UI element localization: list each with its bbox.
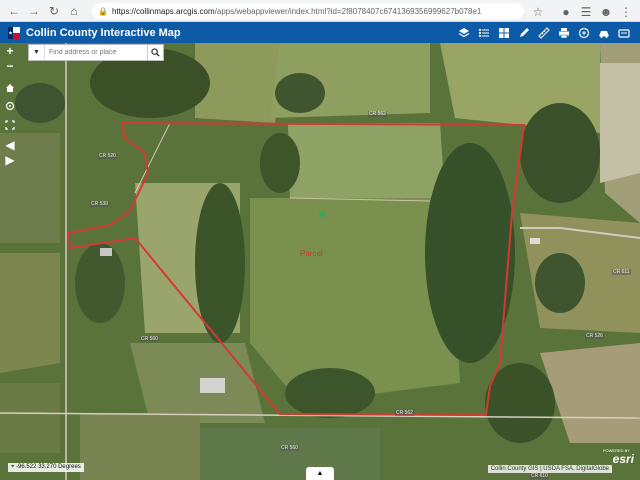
road-label: CR 610 [530, 473, 549, 479]
road-label: CR 560 [280, 445, 299, 451]
fullscreen-icon[interactable] [3, 118, 17, 132]
basemap-gallery-icon[interactable] [494, 22, 514, 43]
road-label: CR 611 [612, 269, 631, 275]
crosshair-icon[interactable]: ⌖ [11, 464, 14, 470]
home-icon[interactable] [3, 81, 17, 95]
parcel-label: Parcel [300, 249, 323, 258]
draw-icon[interactable] [514, 22, 534, 43]
zoom-out-icon[interactable]: − [3, 59, 17, 73]
share-icon[interactable] [574, 22, 594, 43]
address-bar[interactable]: 🔒 https://collinmaps.arcgis.com /apps/we… [92, 3, 524, 19]
search-button[interactable] [147, 45, 163, 60]
road-label: CR 562 [368, 111, 387, 117]
back-icon[interactable]: ← [4, 1, 24, 21]
coordinate-readout: ⌖ -96.522 33.270 Degrees [8, 463, 84, 472]
zoom-in-icon[interactable]: + [3, 44, 17, 58]
satellite-basemap [0, 43, 640, 480]
app-header: Collin County Interactive Map [0, 22, 640, 43]
road-label: CR 526 [585, 333, 604, 339]
attribution: Collin County GIS | USDA FSA, DigitalGlo… [487, 465, 612, 473]
expand-panel-button[interactable]: ▲ [306, 467, 334, 480]
extension-icon[interactable]: ● [556, 2, 576, 22]
reading-list-icon[interactable]: ☰ [576, 2, 596, 22]
road-label: CR 520 [98, 153, 117, 159]
star-icon[interactable]: ☆ [528, 2, 548, 22]
esri-logo[interactable]: esri [613, 452, 634, 466]
app-title: Collin County Interactive Map [26, 26, 181, 39]
forward-extent-icon[interactable]: ▶ [3, 153, 17, 167]
forward-icon[interactable]: → [24, 1, 44, 21]
road-label: CR 560 [140, 336, 159, 342]
toolbar [454, 22, 634, 43]
url-host: https://collinmaps.arcgis.com [111, 6, 215, 16]
print-icon[interactable] [554, 22, 574, 43]
school-icon[interactable] [614, 22, 634, 43]
measure-icon[interactable] [534, 22, 554, 43]
layers-icon[interactable] [454, 22, 474, 43]
search-widget: ▼ [28, 44, 164, 61]
profile-icon[interactable]: ☻ [596, 2, 616, 22]
reload-icon[interactable]: ↻ [44, 1, 64, 21]
texas-flag-icon [8, 26, 20, 39]
legend-icon[interactable] [474, 22, 494, 43]
map-view[interactable]: CR 562 CR 520 CR 539 CR 560 CR 562 CR 61… [0, 43, 640, 480]
search-input[interactable] [45, 45, 145, 60]
browser-toolbar: ← → ↻ ⌂ 🔒 https://collinmaps.arcgis.com … [0, 0, 640, 22]
lock-icon: 🔒 [98, 6, 108, 16]
chevron-up-icon: ▲ [316, 470, 324, 477]
home-browser-icon[interactable]: ⌂ [64, 1, 84, 21]
menu-icon[interactable]: ⋮ [616, 2, 636, 22]
road-label: CR 562 [395, 410, 414, 416]
back-extent-icon[interactable]: ◀ [3, 138, 17, 152]
search-icon [151, 48, 160, 57]
road-label: CR 539 [90, 201, 109, 207]
car-icon[interactable] [594, 22, 614, 43]
locate-icon[interactable] [3, 99, 17, 113]
coordinates: -96.522 33.270 Degrees [16, 464, 81, 470]
search-source-dropdown[interactable]: ▼ [29, 45, 45, 60]
url-path: /apps/webappviewer/index.html?id=2f80784… [214, 6, 482, 16]
